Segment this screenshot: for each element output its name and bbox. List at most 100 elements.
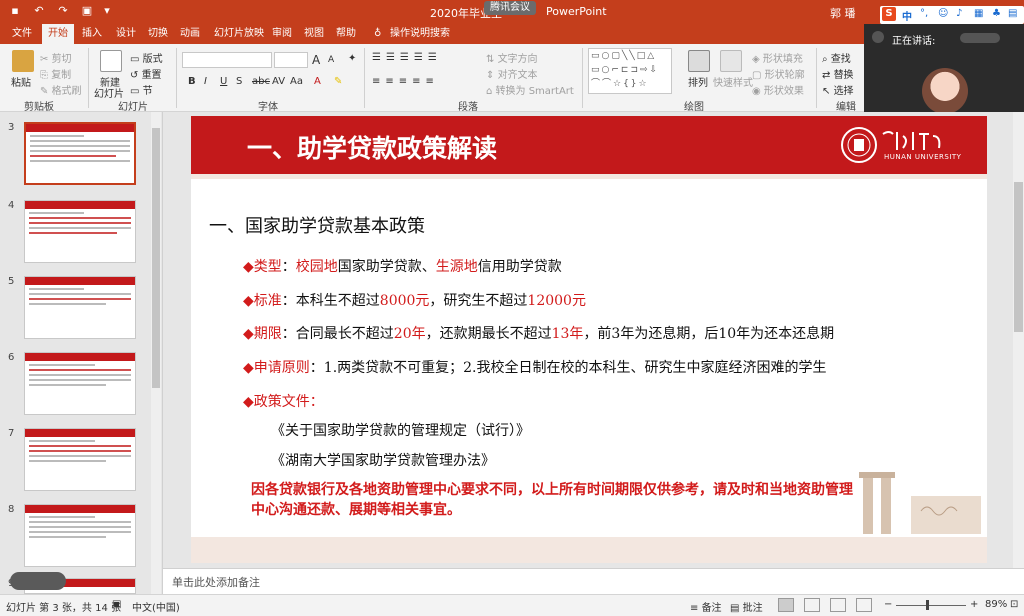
policy-document-1[interactable]: 《关于国家助学贷款的管理规定（试行）》	[271, 420, 530, 440]
zoom-in-button[interactable]: +	[970, 599, 978, 610]
paste-icon[interactable]	[12, 50, 34, 72]
slide-title[interactable]: 一、助学贷款政策解读	[247, 129, 497, 165]
font-shrink-button[interactable]: A	[328, 55, 334, 65]
policy-standard-line[interactable]: ◆标准：本科生不超过8000元，研究生不超过12000元	[243, 290, 586, 310]
reset-button[interactable]: ↺ 重置	[130, 66, 162, 81]
save-icon[interactable]: ▪	[8, 4, 22, 18]
layout-button[interactable]: ▭ 版式	[130, 50, 163, 65]
policy-docs-line[interactable]: ◆政策文件：	[243, 391, 324, 411]
ime-toolbar[interactable]: S 中 °, ☺ ♪ ▦ ♣ ▤	[880, 6, 1024, 24]
punctuation-icon[interactable]: °,	[920, 8, 928, 19]
notes-placeholder[interactable]: 单击此处添加备注	[172, 574, 260, 590]
align-buttons[interactable]: ≡≡≡≡≡	[372, 76, 439, 87]
slide-thumbnail[interactable]	[24, 122, 136, 185]
cut-button[interactable]: ✂ 剪切	[40, 50, 72, 65]
shapes-gallery[interactable]: ▭○▢╲╲□△ ▭○⌐⊏⊐⇨⇩ ⌒⌒☆{}☆	[588, 48, 672, 94]
italic-button[interactable]: I	[204, 76, 207, 87]
meeting-controls-toggle[interactable]	[10, 572, 66, 590]
shape-fill-button[interactable]: ◈ 形状填充	[752, 50, 803, 65]
ime-mode[interactable]: 中	[902, 8, 912, 23]
smartart-button[interactable]: ⌂ 转换为 SmartArt	[486, 82, 574, 97]
text-direction-button[interactable]: ⇅ 文字方向	[486, 50, 538, 65]
tab-animations[interactable]: 动画	[174, 24, 206, 44]
arrange-button[interactable]: 排列	[688, 74, 708, 89]
notes-pane[interactable]: 单击此处添加备注	[163, 568, 1024, 594]
tab-transitions[interactable]: 切换	[142, 24, 174, 44]
disclaimer-note[interactable]: 因各贷款银行及各地资助管理中心要求不同，以上所有时间期限仅供参考，请及时和当地资…	[251, 480, 861, 520]
emoji-icon[interactable]: ☺	[938, 8, 948, 19]
reading-view-button[interactable]	[830, 598, 846, 612]
replace-button[interactable]: ⇄ 替换	[822, 66, 854, 81]
section-button[interactable]: ▭ 节	[130, 82, 153, 97]
microphone-icon[interactable]: ♪	[956, 8, 962, 19]
start-presentation-icon[interactable]: ▣	[80, 4, 94, 18]
shadow-button[interactable]: S	[236, 76, 242, 87]
tab-slideshow[interactable]: 幻灯片放映	[208, 24, 270, 44]
select-button[interactable]: ↖ 选择	[822, 82, 854, 97]
new-slide-icon[interactable]	[100, 50, 122, 72]
policy-type-line[interactable]: ◆类型：校园地国家助学贷款、生源地信用助学贷款	[243, 256, 562, 276]
user-name[interactable]: 郭 璠	[830, 5, 856, 21]
tab-design[interactable]: 设计	[110, 24, 142, 44]
font-grow-button[interactable]: A	[312, 53, 320, 67]
font-color-icon[interactable]: A	[314, 76, 321, 87]
zoom-slider-thumb[interactable]	[926, 600, 929, 610]
slide-thumbnail[interactable]	[24, 352, 136, 415]
skin-icon[interactable]: ♣	[992, 8, 1001, 19]
change-case-button[interactable]: Aa	[290, 76, 303, 87]
comments-toggle[interactable]: ▤ 批注	[730, 599, 763, 614]
tab-home[interactable]: 开始	[42, 24, 74, 44]
paste-button[interactable]: 粘贴	[11, 74, 31, 89]
sogou-logo-icon[interactable]: S	[882, 7, 896, 21]
tab-file[interactable]: 文件	[6, 24, 38, 44]
keyboard-icon[interactable]: ▦	[974, 8, 983, 19]
strikethrough-button[interactable]: abc	[252, 76, 270, 87]
content-heading[interactable]: 一、国家助学贷款基本政策	[209, 212, 425, 238]
slide-canvas[interactable]: 一、助学贷款政策解读 HUNAN UNIVERSITY 一、国家助学贷款基本政策…	[191, 116, 987, 563]
language-status[interactable]: 中文(中国)	[132, 599, 180, 614]
tab-help[interactable]: 帮助	[330, 24, 362, 44]
tell-me-search[interactable]: 操作说明搜索	[384, 24, 456, 44]
slide-thumbnail[interactable]	[24, 276, 136, 339]
bold-button[interactable]: B	[188, 76, 196, 87]
policy-document-2[interactable]: 《湖南大学国家助学贷款管理办法》	[271, 450, 495, 470]
format-painter-button[interactable]: ✎ 格式刷	[40, 82, 82, 97]
customize-quick-access-icon[interactable]: ▾	[100, 4, 114, 18]
slide-sorter-view-button[interactable]	[804, 598, 820, 612]
list-buttons[interactable]: ☰☰☰☰☰	[372, 52, 442, 63]
clear-format-icon[interactable]: ✦	[348, 53, 356, 64]
quick-styles-button[interactable]: 快速样式	[713, 74, 753, 89]
policy-term-line[interactable]: ◆期限：合同最长不超过20年，还款期最长不超过13年，前3年为还息期，后10年为…	[243, 323, 834, 343]
spelling-icon[interactable]: ▣	[112, 599, 121, 610]
char-spacing-button[interactable]: AV	[272, 76, 285, 87]
normal-view-button[interactable]	[778, 598, 794, 612]
find-button[interactable]: ⌕ 查找	[822, 50, 851, 65]
copy-button[interactable]: ⎘ 复制	[40, 66, 71, 81]
slide-thumbnail[interactable]	[24, 428, 136, 491]
slide-thumbnail[interactable]	[24, 504, 136, 567]
zoom-out-button[interactable]: −	[884, 599, 892, 610]
align-text-button[interactable]: ⇕ 对齐文本	[486, 66, 538, 81]
shape-outline-button[interactable]: ▢ 形状轮廓	[752, 66, 805, 81]
thumbnail-scrollbar[interactable]	[151, 112, 161, 594]
tab-view[interactable]: 视图	[298, 24, 330, 44]
undo-icon[interactable]: ↶	[32, 4, 46, 18]
arrange-icon[interactable]	[688, 50, 710, 72]
slideshow-view-button[interactable]	[856, 598, 872, 612]
highlight-icon[interactable]: ✎	[334, 76, 342, 87]
meeting-badge[interactable]: 腾讯会议	[484, 1, 536, 15]
notes-toggle[interactable]: ≡ 备注	[690, 599, 722, 614]
redo-icon[interactable]: ↷	[56, 4, 70, 18]
zoom-level[interactable]: 89%	[985, 599, 1007, 610]
font-name-select[interactable]	[182, 52, 272, 68]
fit-to-window-icon[interactable]: ⊡	[1010, 599, 1018, 610]
tab-insert[interactable]: 插入	[76, 24, 108, 44]
slide-thumbnail[interactable]	[24, 200, 136, 263]
policy-apply-line[interactable]: ◆申请原则：1.两类贷款不可重复；2.我校全日制在校的本科生、研究生中家庭经济困…	[243, 357, 827, 377]
quick-styles-icon[interactable]	[720, 50, 742, 72]
editor-scrollbar[interactable]	[1013, 112, 1024, 568]
toolbox-icon[interactable]: ▤	[1008, 8, 1017, 19]
tab-review[interactable]: 审阅	[266, 24, 298, 44]
underline-button[interactable]: U	[220, 76, 227, 87]
zoom-slider[interactable]	[896, 605, 966, 606]
